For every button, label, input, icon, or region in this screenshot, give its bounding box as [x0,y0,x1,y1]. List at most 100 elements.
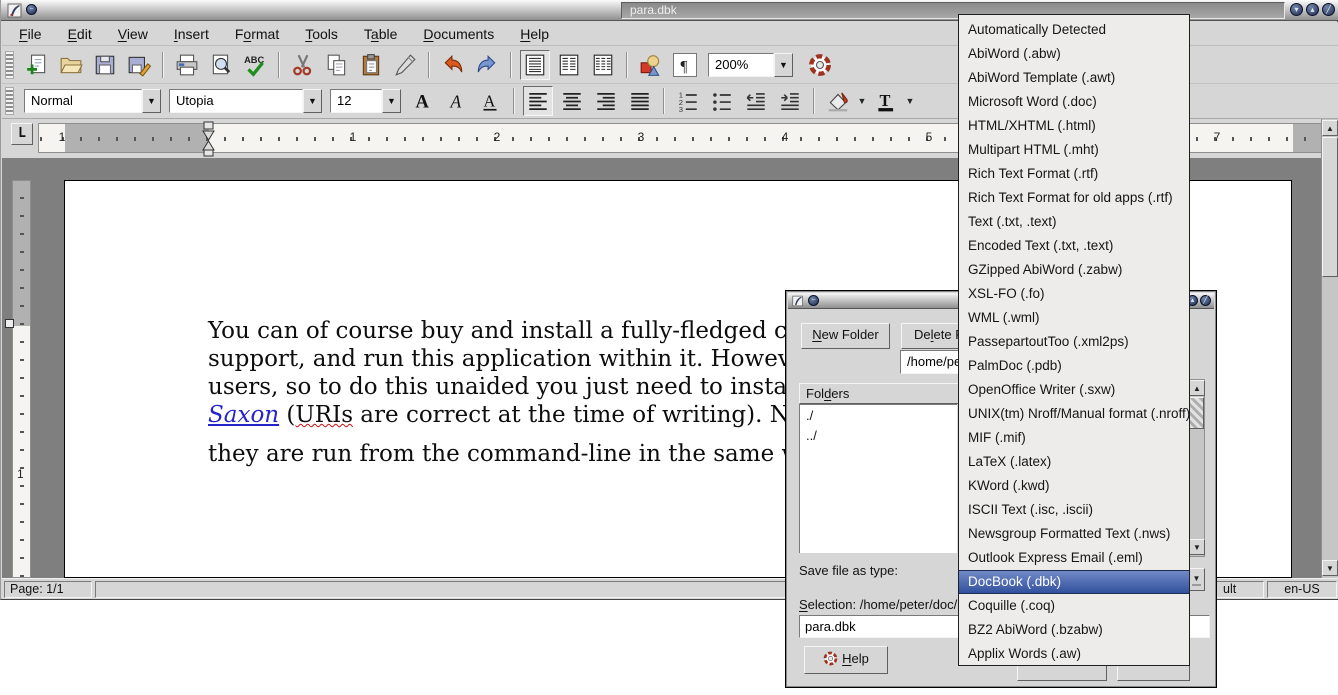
numbered-list-button[interactable]: 123 [673,86,703,116]
window-shade-button[interactable]: − [808,295,819,306]
open-button[interactable] [56,50,86,80]
menu-edit[interactable]: Edit [63,24,97,44]
view-normal-button[interactable] [520,50,550,80]
format-option[interactable]: GZipped AbiWord (.zabw) [959,258,1189,282]
print-preview-button[interactable] [206,50,236,80]
format-option[interactable]: Coquille (.coq) [959,594,1189,618]
scroll-down-icon[interactable]: ▼ [1189,539,1205,555]
menu-table[interactable]: Table [359,24,402,44]
close-button[interactable]: ╱ [1200,295,1211,306]
menu-insert[interactable]: Insert [169,24,214,44]
format-option[interactable]: AbiWord Template (.awt) [959,66,1189,90]
format-option[interactable]: AbiWord (.abw) [959,42,1189,66]
font-combobox[interactable]: Utopia ▼ [169,89,322,113]
tab-selector-button[interactable]: L [11,123,33,145]
format-option[interactable]: Newsgroup Formatted Text (.nws) [959,522,1189,546]
format-option[interactable]: WML (.wml) [959,306,1189,330]
show-formatting-marks-button[interactable]: ¶ [670,50,700,80]
help-lifebuoy-button[interactable] [805,50,835,80]
toolbar-drag-handle[interactable] [5,87,14,115]
format-option[interactable]: Multipart HTML (.mht) [959,138,1189,162]
format-option[interactable]: OpenOffice Writer (.sxw) [959,378,1189,402]
scrollbar-thumb[interactable] [1189,397,1204,429]
format-option[interactable]: BZ2 AbiWord (.bzabw) [959,618,1189,642]
save-type-combo-arrow[interactable]: ▼ [1188,568,1205,591]
format-option[interactable]: XSL-FO (.fo) [959,282,1189,306]
format-option[interactable]: PalmDoc (.pdb) [959,354,1189,378]
margin-marker[interactable] [5,319,14,328]
hyperlink-saxon[interactable]: Saxon [208,402,279,428]
align-right-button[interactable] [591,86,621,116]
decrease-indent-button[interactable] [741,86,771,116]
format-option[interactable]: HTML/XHTML (.html) [959,114,1189,138]
bold-button[interactable]: A [407,86,437,116]
format-option[interactable]: Microsoft Word (.doc) [959,90,1189,114]
format-option[interactable]: Text (.txt, .text) [959,210,1189,234]
folder-item[interactable]: ./ [800,405,957,425]
font-size-combobox[interactable]: 12 ▼ [330,89,401,113]
view-two-column-button[interactable] [554,50,584,80]
vertical-ruler[interactable]: 1 [12,180,31,578]
text-color-button[interactable]: T [871,86,901,116]
align-justify-button[interactable] [625,86,655,116]
menu-file[interactable]: File [14,24,47,44]
spellcheck-button[interactable]: ABC [240,50,270,80]
underline-button[interactable]: A [475,86,505,116]
format-option[interactable]: Automatically Detected [959,18,1189,42]
cut-button[interactable] [288,50,318,80]
scroll-up-icon[interactable]: ▲ [1322,120,1338,136]
format-option[interactable]: Outlook Express Email (.eml) [959,546,1189,570]
menu-help[interactable]: Help [515,24,554,44]
vertical-scrollbar[interactable]: ▲ ▼ [1321,119,1338,578]
format-option-selected[interactable]: DocBook (.dbk) [959,570,1189,594]
format-option[interactable]: PassepartoutToo (.xml2ps) [959,330,1189,354]
toolbar-drag-handle[interactable] [5,51,14,79]
fill-color-button[interactable] [823,86,853,116]
format-option[interactable]: MIF (.mif) [959,426,1189,450]
menu-format[interactable]: Format [230,24,284,44]
chevron-down-icon[interactable]: ▼ [303,89,322,113]
format-option[interactable]: KWord (.kwd) [959,474,1189,498]
zoom-combobox[interactable]: 200% ▼ [708,53,793,77]
format-option[interactable]: Applix Words (.aw) [959,642,1189,666]
format-option[interactable]: Encoded Text (.txt, .text) [959,234,1189,258]
copy-button[interactable] [322,50,352,80]
scroll-up-icon[interactable]: ▲ [1189,380,1205,396]
save-button[interactable] [90,50,120,80]
minimize-button[interactable]: ▾ [1290,3,1303,16]
bullet-list-button[interactable] [707,86,737,116]
italic-button[interactable]: A [441,86,471,116]
chevron-down-icon[interactable]: ▼ [382,89,401,113]
format-option[interactable]: LaTeX (.latex) [959,450,1189,474]
insert-shapes-button[interactable] [636,50,666,80]
format-option[interactable]: UNIX(tm) Nroff/Manual format (.nroff) [959,402,1189,426]
scroll-down-icon[interactable]: ▼ [1322,560,1338,576]
menu-view[interactable]: View [113,24,153,44]
close-button[interactable]: ╱ [1322,3,1335,16]
pen-button[interactable] [390,50,420,80]
print-button[interactable] [172,50,202,80]
chevron-down-icon[interactable]: ▼ [903,88,917,114]
chevron-down-icon[interactable]: ▼ [774,53,793,77]
menu-tools[interactable]: Tools [300,24,343,44]
new-folder-button[interactable]: New Folder [801,323,890,349]
save-as-button[interactable] [124,50,154,80]
chevron-down-icon[interactable]: ▼ [142,89,161,113]
paste-button[interactable] [356,50,386,80]
format-option[interactable]: Rich Text Format for old apps (.rtf) [959,186,1189,210]
menu-documents[interactable]: Documents [418,24,499,44]
new-document-button[interactable] [22,50,52,80]
align-left-button[interactable] [523,86,553,116]
increase-indent-button[interactable] [775,86,805,116]
redo-button[interactable] [472,50,502,80]
scrollbar-thumb[interactable] [1322,137,1338,277]
window-shade-button[interactable]: − [26,4,37,15]
folders-header[interactable]: Folders [799,383,959,404]
status-language-indicator[interactable]: en-US [1267,581,1337,598]
chevron-down-icon[interactable]: ▼ [855,88,869,114]
style-combobox[interactable]: Normal ▼ [24,89,161,113]
indent-marker[interactable] [200,119,218,163]
view-three-column-button[interactable] [588,50,618,80]
maximize-button[interactable]: ▴ [1306,3,1319,16]
files-list-scrollbar[interactable]: ▲ ▼ [1188,379,1205,557]
